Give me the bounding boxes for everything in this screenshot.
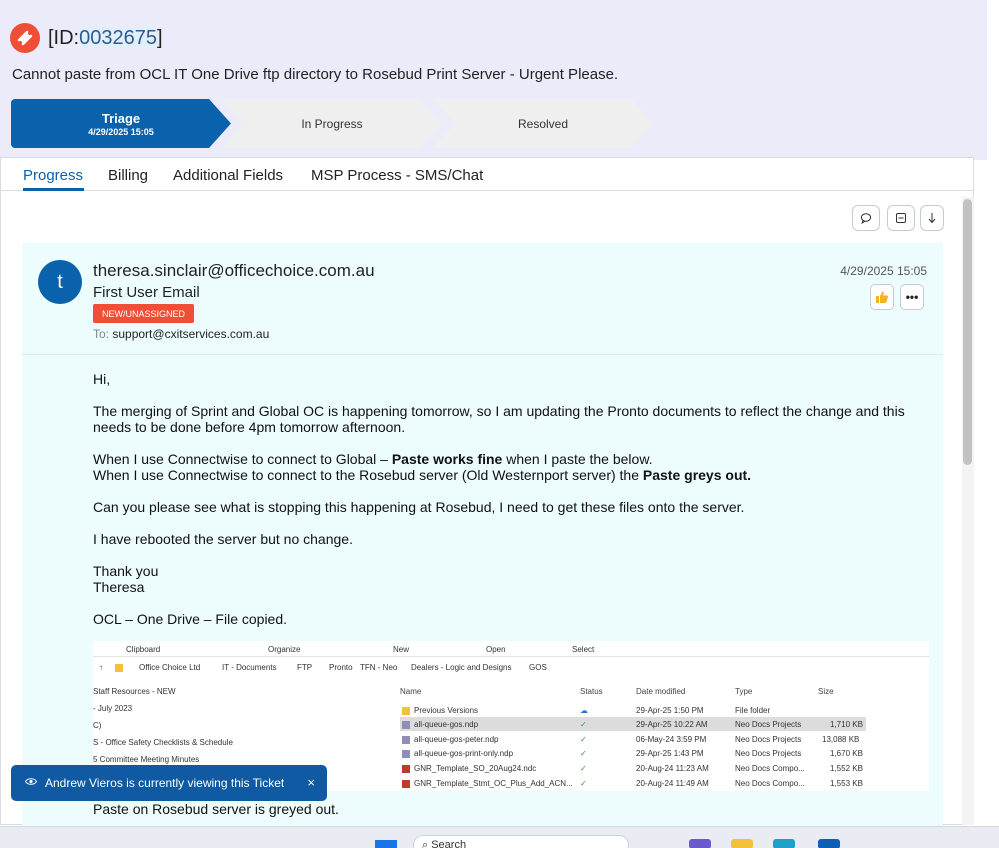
- email-caption-2: Paste on Rosebud server is greyed out.: [93, 801, 339, 817]
- scroll-down-button[interactable]: [920, 205, 944, 231]
- nav-item: 5 Committee Meeting Minutes: [93, 755, 200, 764]
- file-icon: [402, 749, 410, 758]
- nav-item: Staff Resources - NEW: [93, 687, 176, 696]
- eye-icon: [24, 777, 38, 789]
- nav-item: - July 2023: [93, 704, 133, 713]
- email-subject: First User Email: [93, 284, 200, 301]
- file-row: all-queue-gos-print-only.ndp ✓ 29-Apr-25…: [400, 746, 866, 760]
- ticket-id: [ID:0032675]: [48, 27, 163, 49]
- stage-resolved[interactable]: Resolved: [433, 99, 653, 148]
- column-header-type: Type: [735, 687, 753, 696]
- explorer-address-bar: ↑ Office Choice Ltd IT - Documents FTP P…: [99, 663, 547, 672]
- ticket-id-number[interactable]: 0032675: [79, 27, 157, 49]
- tab-additional-fields[interactable]: Additional Fields: [173, 167, 283, 184]
- tab-msp-process[interactable]: MSP Process - SMS/Chat: [311, 167, 483, 184]
- pencil-file-icon: [402, 764, 410, 773]
- file-icon: [402, 720, 410, 729]
- email-greeting: Hi,: [93, 371, 111, 387]
- email-sign-off: Thank you: [93, 563, 159, 579]
- ticket-panel: Progress Billing Additional Fields MSP P…: [0, 157, 974, 826]
- toast-text: Andrew Vieros is currently viewing this …: [45, 776, 285, 790]
- column-header-status: Status: [580, 687, 603, 696]
- column-header-date: Date modified: [636, 687, 686, 696]
- windows-start-icon[interactable]: [375, 840, 397, 848]
- tab-bar: Progress Billing Additional Fields MSP P…: [1, 158, 973, 191]
- stage-triage[interactable]: Triage 4/29/2025 15:05: [11, 99, 231, 148]
- copilot-icon[interactable]: [689, 839, 711, 848]
- file-icon: [402, 735, 410, 744]
- os-taskbar: ⌕ Search: [0, 826, 999, 848]
- thumbs-up-icon: [876, 291, 888, 303]
- close-icon[interactable]: ×: [307, 775, 315, 790]
- column-header-size: Size: [818, 687, 834, 696]
- file-row: GNR_Template_SO_20Aug24.ndc ✓ 20-Aug-24 …: [400, 761, 866, 775]
- collapse-icon: [896, 213, 906, 223]
- comment-icon: [860, 213, 872, 224]
- email-header: t theresa.sinclair@officechoice.com.au F…: [22, 243, 943, 355]
- store-icon[interactable]: [818, 839, 840, 848]
- column-header-name: Name: [400, 687, 422, 696]
- status-badge: NEW/UNASSIGNED: [93, 304, 195, 323]
- file-row: all-queue-gos.ndp ✓ 29-Apr-25 10:22 AM N…: [400, 717, 866, 731]
- email-card: t theresa.sinclair@officechoice.com.au F…: [22, 243, 943, 826]
- tab-billing[interactable]: Billing: [108, 167, 148, 184]
- collapse-button[interactable]: [887, 205, 915, 231]
- email-signature-name: Theresa: [93, 579, 145, 595]
- more-options-button[interactable]: •••: [900, 284, 924, 310]
- active-tab-indicator: [23, 188, 84, 191]
- like-button[interactable]: [870, 284, 894, 310]
- ticket-header: [ID:0032675] Cannot paste from OCL IT On…: [0, 0, 987, 160]
- avatar: t: [38, 260, 82, 304]
- taskbar-search-input[interactable]: ⌕ Search: [413, 835, 629, 848]
- comment-button[interactable]: [852, 205, 880, 231]
- email-to: To: support@cxitservices.com.au: [93, 327, 270, 341]
- file-row: all-queue-gos-peter.ndp ✓ 06-May-24 3:59…: [400, 732, 866, 746]
- email-paragraph-2b: When I use Connectwise to connect to the…: [93, 467, 752, 483]
- up-arrow-icon: ↑: [99, 663, 103, 672]
- email-date: 4/29/2025 15:05: [840, 264, 927, 278]
- ticket-icon: [10, 23, 40, 53]
- tab-progress[interactable]: Progress: [23, 167, 83, 184]
- stage-in-progress[interactable]: In Progress: [222, 99, 442, 148]
- file-row: Previous Versions ☁ 29-Apr-25 1:50 PM Fi…: [400, 703, 866, 717]
- pencil-file-icon: [402, 779, 410, 788]
- arrow-down-icon: [928, 213, 936, 224]
- viewer-toast: Andrew Vieros is currently viewing this …: [11, 765, 327, 801]
- nav-item: C): [93, 721, 102, 730]
- file-row: GNR_Template_Stmt_OC_Plus_Add_ACN... ✓ 2…: [400, 776, 866, 790]
- file-explorer-icon[interactable]: [731, 839, 753, 848]
- ticket-title: Cannot paste from OCL IT One Drive ftp d…: [12, 66, 619, 83]
- folder-icon: [402, 706, 410, 715]
- edge-browser-icon[interactable]: [773, 839, 795, 848]
- email-paragraph-3: Can you please see what is stopping this…: [93, 499, 745, 515]
- email-caption-1: OCL – One Drive – File copied.: [93, 611, 288, 627]
- nav-item: S - Office Safety Checklists & Schedule: [93, 738, 233, 747]
- email-paragraph-1: The merging of Sprint and Global OC is h…: [93, 403, 905, 435]
- email-from: theresa.sinclair@officechoice.com.au: [93, 261, 375, 280]
- more-dots-icon: •••: [905, 290, 919, 304]
- folder-icon: [115, 664, 123, 672]
- email-paragraph-4: I have rebooted the server but no change…: [93, 531, 353, 547]
- email-paragraph-2a: When I use Connectwise to connect to Glo…: [93, 451, 653, 467]
- explorer-ribbon: Clipboard Organize New Open Select: [93, 641, 929, 657]
- scrollbar-thumb[interactable]: [963, 199, 972, 465]
